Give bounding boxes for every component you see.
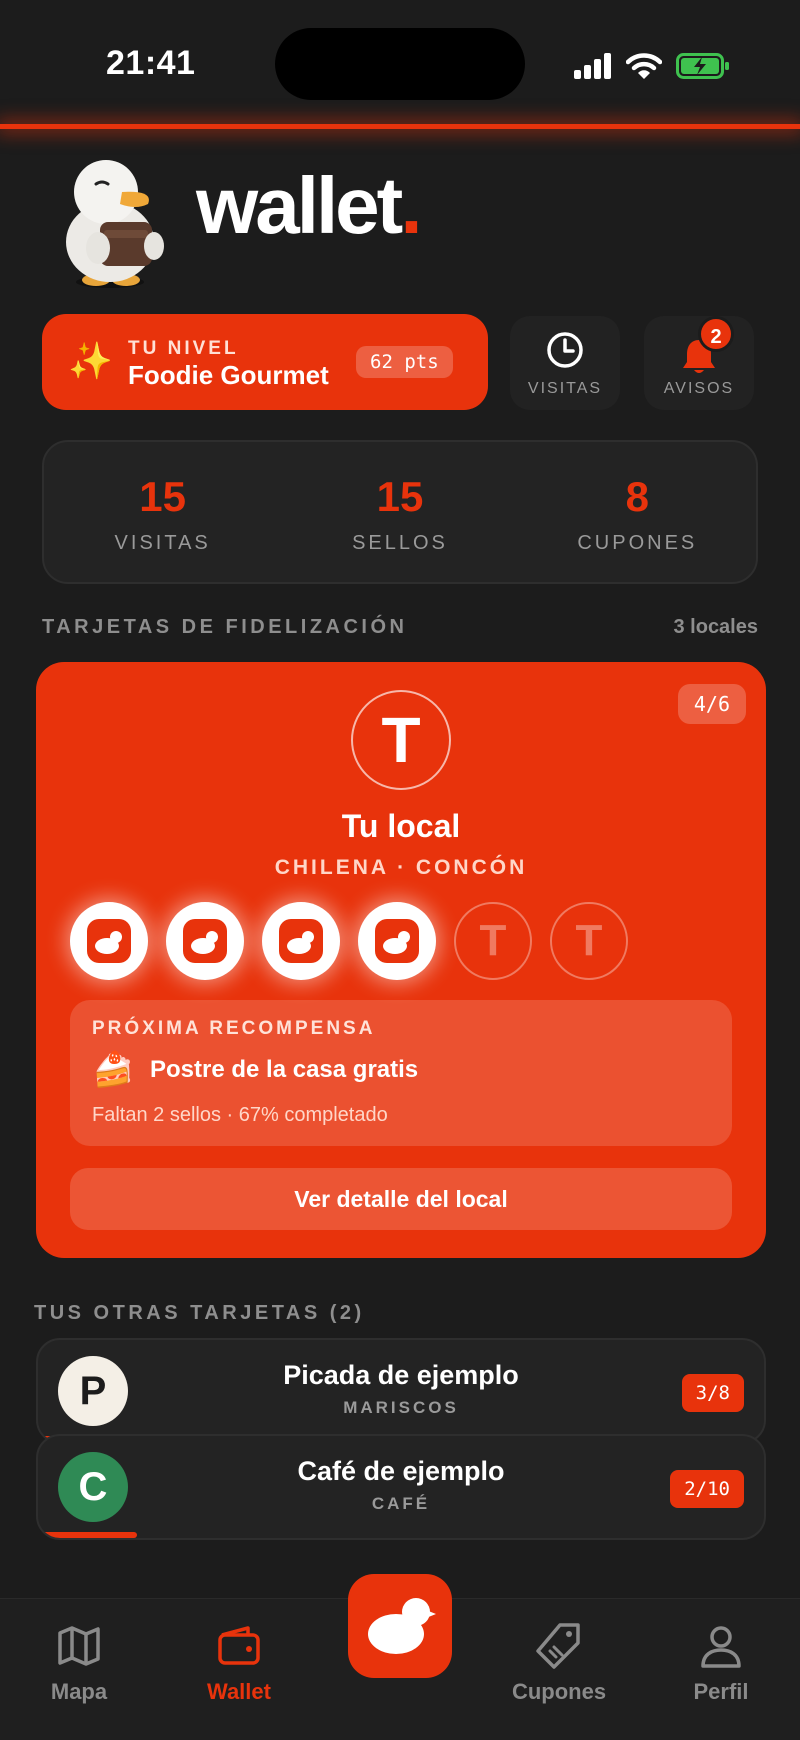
clock-icon [547, 332, 583, 368]
reward-progress-text: Faltan 2 sellos · 67% completado [92, 1104, 388, 1126]
next-reward-panel: PRÓXIMA RECOMPENSA 🍰 Postre de la casa g… [70, 1000, 732, 1146]
card-progress-badge: 3/8 [681, 1374, 744, 1412]
alerts-count-badge: 2 [698, 316, 734, 352]
card-name: Café de ejemplo [297, 1456, 505, 1486]
stamp-filled [166, 902, 244, 980]
visits-label: VISITAS [527, 380, 603, 397]
stamp-filled [262, 902, 340, 980]
status-bar: 21:41 [0, 0, 800, 124]
level-card[interactable]: ✨ TU NIVEL Foodie Gourmet 62 pts [42, 314, 488, 410]
center-stamp-button[interactable] [348, 1574, 452, 1678]
stats-panel: 15 VISITAS 15 SELLOS 8 CUPONES [42, 440, 758, 584]
loyalty-card-item[interactable]: C Café de ejemplo CAFÉ 2/10 [36, 1434, 766, 1540]
card-name: Picada de ejemplo [283, 1360, 519, 1390]
stamp-row: TT [70, 902, 628, 980]
status-icons [574, 46, 730, 86]
stamp-empty: T [550, 902, 628, 980]
other-cards-title: TUS OTRAS TARJETAS (2) [34, 1302, 365, 1324]
points-badge: 62 pts [356, 346, 453, 378]
duck-stamp-icon [183, 919, 227, 963]
duck-mascot-icon [66, 160, 164, 288]
duck-stamp-icon [87, 919, 131, 963]
loyalty-card-item[interactable]: P Picada de ejemplo MARISCOS 3/8 [36, 1338, 766, 1444]
local-name: Tu local [341, 808, 461, 844]
map-icon [58, 1626, 100, 1666]
local-avatar: T [351, 690, 451, 790]
app-logo: wallet. [196, 161, 423, 250]
nav-wallet[interactable]: Wallet [174, 1621, 304, 1705]
wallet-icon [218, 1626, 260, 1665]
stat-coupons: 8 CUPONES [577, 473, 698, 555]
battery-charging-icon [676, 53, 729, 79]
nav-coupons[interactable]: Cupones [494, 1621, 624, 1705]
wifi-icon [626, 53, 662, 79]
card-category: CAFÉ [371, 1494, 431, 1513]
stat-visits: 15 VISITAS [114, 473, 211, 555]
card-progress-bar [38, 1532, 137, 1538]
alerts-label: AVISOS [663, 380, 735, 397]
visits-button[interactable]: VISITAS [510, 316, 620, 410]
reward-caption: PRÓXIMA RECOMPENSA [92, 1018, 376, 1039]
nav-profile[interactable]: Perfil [656, 1621, 786, 1705]
tag-icon [536, 1623, 580, 1669]
stat-stamps: 15 SELLOS [352, 473, 448, 555]
loyalty-section-header: TARJETAS DE FIDELIZACIÓN 3 locales [42, 616, 758, 639]
featured-loyalty-card[interactable]: 4/6 T Tu local CHILENA · CONCÓN TT PRÓXI… [36, 662, 766, 1258]
alerts-button[interactable]: 2 AVISOS [644, 316, 754, 410]
nav-map[interactable]: Mapa [14, 1621, 144, 1705]
view-local-detail-button[interactable]: Ver detalle del local [70, 1168, 732, 1230]
stamp-empty: T [454, 902, 532, 980]
duck-icon [368, 1598, 436, 1654]
duck-stamp-icon [375, 919, 419, 963]
stamp-count-badge: 4/6 [677, 684, 746, 724]
stamp-filled [358, 902, 436, 980]
section-count: 3 locales [673, 616, 758, 638]
duck-stamp-icon [279, 919, 323, 963]
level-caption: TU NIVEL [128, 338, 239, 359]
sparkles-icon: ✨ [68, 340, 113, 381]
accent-divider [0, 124, 800, 129]
cake-icon: 🍰 [92, 1051, 135, 1089]
dynamic-island [275, 28, 525, 100]
status-time: 21:41 [106, 44, 196, 82]
reward-title: Postre de la casa gratis [150, 1056, 419, 1083]
card-progress-badge: 2/10 [670, 1470, 744, 1508]
card-category: MARISCOS [343, 1398, 459, 1417]
stamp-filled [70, 902, 148, 980]
local-subtitle: CHILENA · CONCÓN [274, 856, 528, 879]
signal-icon [574, 53, 611, 79]
level-name: Foodie Gourmet [128, 360, 329, 390]
user-icon [701, 1626, 741, 1668]
section-title: TARJETAS DE FIDELIZACIÓN [42, 616, 408, 638]
